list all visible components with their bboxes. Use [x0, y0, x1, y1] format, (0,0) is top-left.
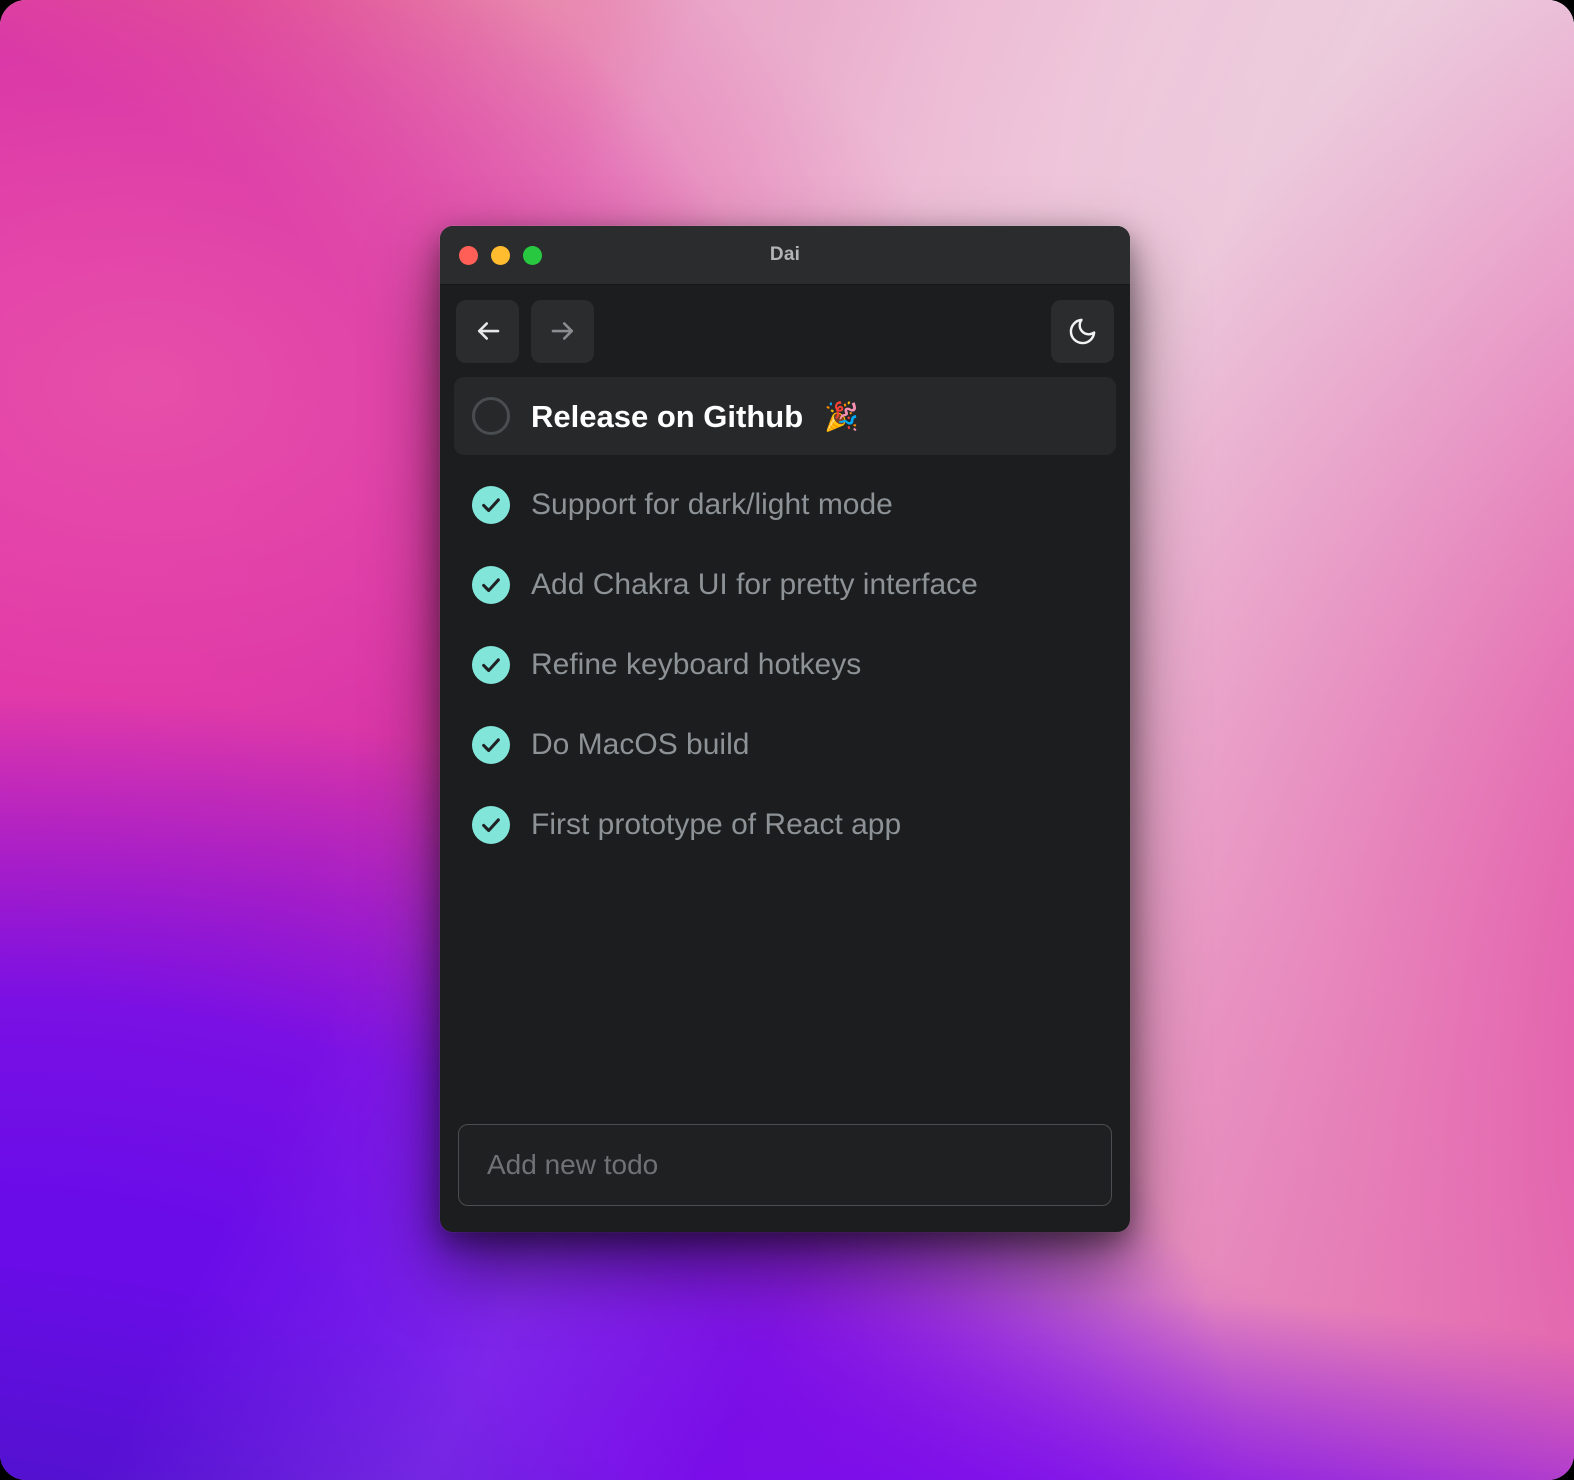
todo-item-2[interactable]: Add Chakra UI for pretty interface: [454, 555, 1116, 615]
todo-item-0[interactable]: Release on Github 🎉: [454, 377, 1116, 455]
todo-checkbox-1[interactable]: [472, 486, 510, 524]
todo-item-3[interactable]: Refine keyboard hotkeys: [454, 635, 1116, 695]
check-icon: [482, 578, 500, 593]
todo-label-5: First prototype of React app: [531, 808, 902, 841]
check-icon: [482, 658, 500, 673]
theme-toggle-button[interactable]: [1051, 299, 1114, 363]
todo-label-1: Support for dark/light mode: [531, 488, 893, 521]
check-icon: [482, 818, 500, 833]
moon-icon: [1067, 316, 1098, 347]
todo-list: Release on Github 🎉 Support for dark/lig…: [440, 377, 1130, 1124]
todo-label-4: Do MacOS build: [531, 728, 750, 761]
todo-checkbox-3[interactable]: [472, 646, 510, 684]
todo-item-5[interactable]: First prototype of React app: [454, 795, 1116, 855]
todo-item-4[interactable]: Do MacOS build: [454, 715, 1116, 775]
check-icon: [482, 498, 500, 513]
todo-label-0: Release on Github: [531, 398, 804, 434]
check-icon: [482, 738, 500, 753]
add-todo-footer: [440, 1124, 1130, 1232]
traffic-light-controls: [459, 245, 542, 265]
window-titlebar: Dai: [440, 226, 1130, 285]
add-todo-input[interactable]: [458, 1124, 1112, 1206]
todo-checkbox-5[interactable]: [472, 806, 510, 844]
todo-checkbox-4[interactable]: [472, 726, 510, 764]
back-button[interactable]: [456, 299, 519, 363]
minimize-button[interactable]: [491, 245, 510, 265]
toolbar: [440, 285, 1130, 377]
zoom-button[interactable]: [523, 245, 542, 265]
todo-checkbox-0[interactable]: [472, 397, 510, 435]
forward-button[interactable]: [531, 299, 594, 363]
arrow-left-icon: [473, 316, 503, 346]
todo-label-3: Refine keyboard hotkeys: [531, 648, 862, 681]
todo-item-1[interactable]: Support for dark/light mode: [454, 475, 1116, 535]
todo-label-2: Add Chakra UI for pretty interface: [531, 568, 978, 601]
close-button[interactable]: [459, 245, 478, 265]
todo-app-window: Dai Release on Github 🎉 Support for dark…: [440, 226, 1130, 1232]
arrow-right-icon: [548, 316, 578, 346]
window-title: Dai: [769, 244, 801, 265]
todo-checkbox-2[interactable]: [472, 566, 510, 604]
party-popper-icon: 🎉: [824, 400, 860, 432]
